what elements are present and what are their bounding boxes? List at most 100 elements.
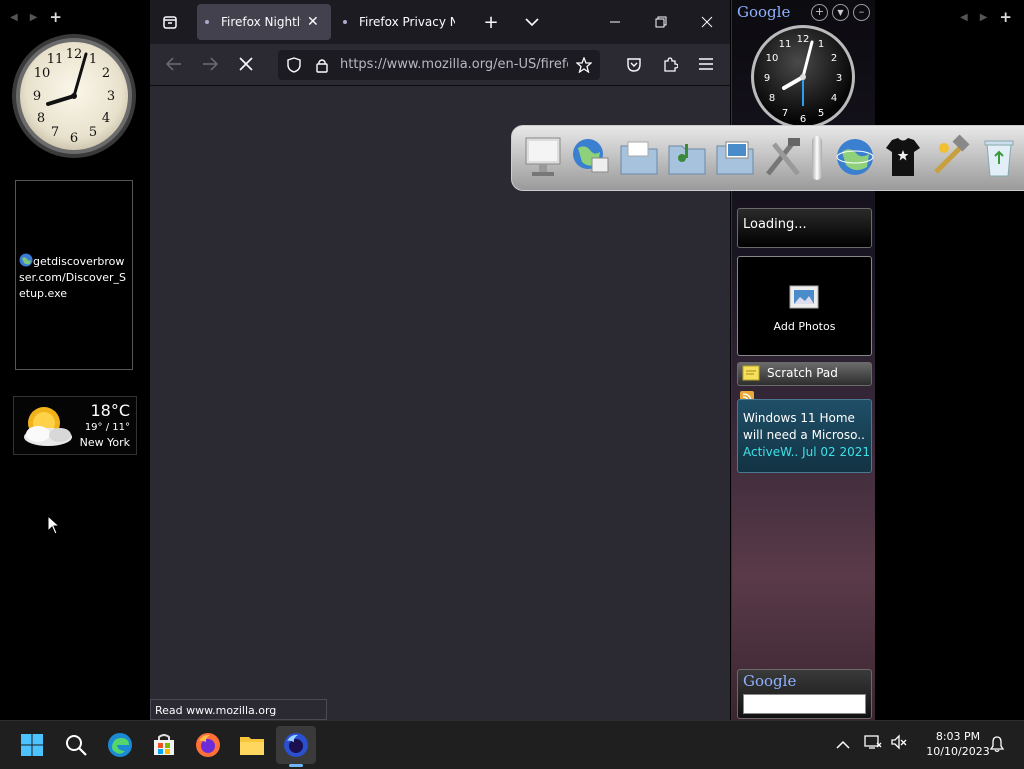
clock-numeral: 8 xyxy=(769,93,775,104)
taskbar: 8:03 PM 10/10/2023 xyxy=(0,720,1024,769)
search-button[interactable] xyxy=(60,729,92,761)
recycle-bin-icon[interactable] xyxy=(978,134,1020,180)
analog-clock-icon: 12 12 345 678 91011 xyxy=(12,34,136,158)
loading-dot-icon xyxy=(343,20,347,24)
news-source[interactable]: ActiveW.. xyxy=(743,445,798,459)
pocket-icon[interactable] xyxy=(620,50,648,78)
tab-bar: Firefox Nightly ✕ Firefox Privacy Ne + xyxy=(150,0,730,44)
taskbar-file-explorer[interactable] xyxy=(236,729,268,761)
sidebar-controls: + ▼ – xyxy=(811,4,870,21)
next-arrow-icon[interactable]: ▶ xyxy=(980,12,988,23)
loading-text: Loading... xyxy=(743,217,807,232)
clock-numeral: 11 xyxy=(779,39,792,50)
show-hidden-icons-chevron-icon[interactable] xyxy=(836,735,850,754)
pictures-folder-icon[interactable] xyxy=(714,134,756,180)
gadget-sidebar: Google + ▼ – 12 1 2 3 4 5 6 7 8 9 10 11 … xyxy=(731,0,875,720)
right-nav-controls: ◀ ▶ + xyxy=(960,8,1012,26)
svg-text:11: 11 xyxy=(47,52,64,67)
photos-gadget[interactable]: Add Photos xyxy=(737,256,872,356)
url-text: https://www.mozilla.org/en-US/firefox xyxy=(340,57,568,72)
taskbar-store[interactable] xyxy=(148,729,180,761)
documents-folder-icon[interactable] xyxy=(618,134,660,180)
taskbar-edge[interactable] xyxy=(104,729,136,761)
scratch-pad-gadget[interactable]: Scratch Pad xyxy=(737,362,872,386)
scratch-pad-label: Scratch Pad xyxy=(767,366,838,380)
loading-dot-icon xyxy=(205,20,209,24)
news-date: Jul 02 2021 xyxy=(802,445,870,459)
close-window-icon[interactable] xyxy=(693,8,721,36)
extensions-puzzle-icon[interactable] xyxy=(656,50,684,78)
file-link-text: getdiscoverbrowser.com/Discover_Setup.ex… xyxy=(19,255,127,300)
photo-frame-icon xyxy=(789,285,819,309)
network-status-icon[interactable] xyxy=(864,734,882,754)
clock-numeral: 12 xyxy=(797,34,810,45)
previous-arrow-icon[interactable]: ◀ xyxy=(960,12,968,23)
close-tab-icon[interactable]: ✕ xyxy=(307,14,319,30)
news-headline[interactable]: Windows 11 Home will need a Microso.. xyxy=(743,410,869,444)
forward-arrow-icon[interactable] xyxy=(196,50,224,78)
clock-numeral: 4 xyxy=(831,93,837,104)
desktop-clock-gadget[interactable]: 12 1 2 345 678 9 10 11 xyxy=(10,32,138,160)
lock-icon[interactable] xyxy=(308,51,336,79)
weather-gadget[interactable]: 18°C 19° / 11° New York xyxy=(13,396,137,455)
previous-arrow-icon[interactable]: ◀ xyxy=(10,12,18,23)
new-tab-icon[interactable]: + xyxy=(477,8,505,36)
tools-icon[interactable] xyxy=(762,134,804,180)
svg-text:10: 10 xyxy=(34,66,51,81)
tab-label: Firefox Privacy Ne xyxy=(359,15,455,29)
tracking-protection-shield-icon[interactable] xyxy=(280,51,308,79)
firefox-nightly-icon xyxy=(284,733,308,757)
loading-gadget: Loading... xyxy=(737,208,872,248)
restore-icon[interactable] xyxy=(647,8,675,36)
google-sidebar-logo: Google xyxy=(737,3,791,21)
app-menu-hamburger-icon[interactable] xyxy=(692,50,720,78)
network-globe-icon[interactable] xyxy=(570,134,612,180)
sidebar-clock-icon[interactable]: 12 1 2 3 4 5 6 7 8 9 10 11 xyxy=(750,24,856,130)
minimize-icon[interactable] xyxy=(601,8,629,36)
add-gadget-button[interactable]: + xyxy=(49,8,62,26)
svg-text:12: 12 xyxy=(66,47,83,62)
back-arrow-icon[interactable] xyxy=(160,50,188,78)
news-gadget[interactable]: Windows 11 Home will need a Microso.. Ac… xyxy=(737,399,872,473)
tab-firefox-nightly[interactable]: Firefox Nightly ✕ xyxy=(197,4,331,40)
tshirt-icon[interactable] xyxy=(882,134,924,180)
file-link[interactable]: getdiscoverbrowser.com/Discover_Setup.ex… xyxy=(19,253,129,302)
add-photos-label[interactable]: Add Photos xyxy=(738,320,871,333)
internet-globe-icon[interactable] xyxy=(834,134,876,180)
tab-firefox-privacy[interactable]: Firefox Privacy Ne xyxy=(335,4,465,40)
address-bar[interactable]: https://www.mozilla.org/en-US/firefox xyxy=(278,50,600,80)
taskbar-firefox[interactable] xyxy=(192,729,224,761)
add-gadget-icon[interactable]: + xyxy=(811,4,828,21)
temperature-range: 19° / 11° xyxy=(84,422,130,433)
settings-hammer-icon[interactable] xyxy=(930,134,972,180)
volume-muted-icon[interactable] xyxy=(890,734,908,754)
music-folder-icon[interactable] xyxy=(666,134,708,180)
list-all-tabs-icon[interactable] xyxy=(518,8,546,36)
svg-text:6: 6 xyxy=(70,131,78,146)
bookmark-star-icon[interactable] xyxy=(570,51,598,79)
next-arrow-icon[interactable]: ▶ xyxy=(30,12,38,23)
taskbar-firefox-nightly[interactable] xyxy=(280,729,312,761)
clock-numeral: 6 xyxy=(800,114,806,125)
svg-text:5: 5 xyxy=(89,125,97,140)
clock-numeral: 2 xyxy=(831,53,837,64)
add-gadget-button[interactable]: + xyxy=(999,8,1012,26)
firefox-icon xyxy=(196,733,220,757)
google-search-input[interactable] xyxy=(743,694,866,714)
svg-text:7: 7 xyxy=(51,125,59,140)
notifications-icon[interactable] xyxy=(988,735,1006,757)
stop-loading-icon[interactable] xyxy=(232,50,260,78)
start-button[interactable] xyxy=(16,729,48,761)
sticky-note-icon xyxy=(742,365,760,381)
sidebar-menu-icon[interactable]: ▼ xyxy=(832,4,849,21)
firefox-view-icon[interactable] xyxy=(156,8,184,36)
system-clock[interactable]: 8:03 PM 10/10/2023 xyxy=(918,730,998,758)
collapse-sidebar-icon[interactable]: – xyxy=(853,4,870,21)
current-temperature: 18°C xyxy=(90,401,130,420)
file-download-gadget[interactable]: getdiscoverbrowser.com/Discover_Setup.ex… xyxy=(15,180,133,370)
clock-numeral: 5 xyxy=(818,108,824,119)
svg-text:4: 4 xyxy=(102,111,110,126)
mouse-cursor-icon xyxy=(47,515,60,535)
tab-label: Firefox Nightly xyxy=(221,15,301,29)
computer-icon[interactable] xyxy=(522,134,564,180)
